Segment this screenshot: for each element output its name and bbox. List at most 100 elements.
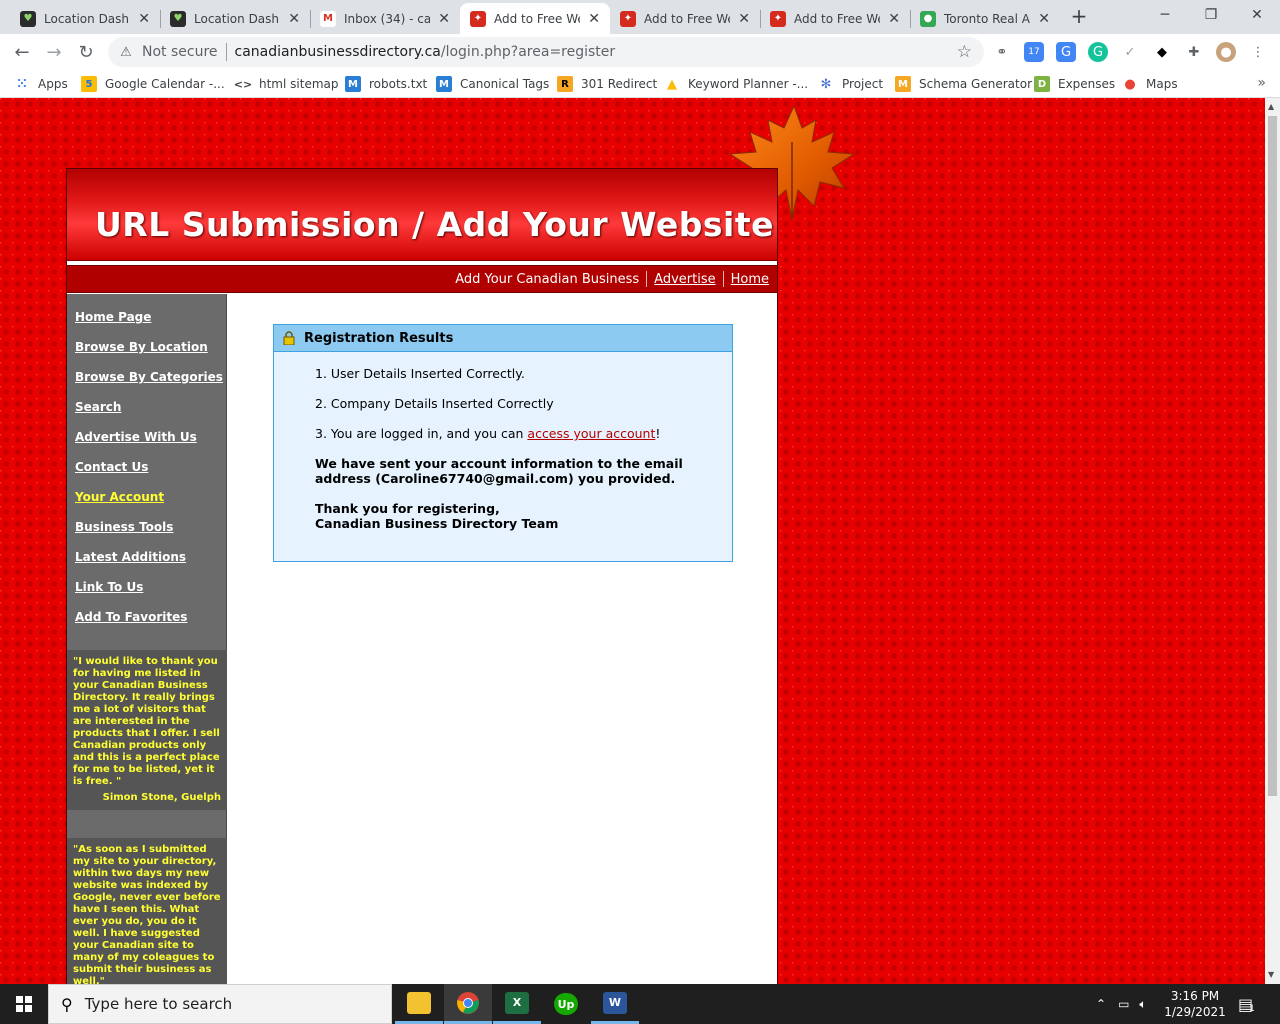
browser-tab[interactable]: ♥ Location Dashbo ✕ bbox=[160, 3, 310, 34]
taskbar-upwork[interactable]: Up bbox=[542, 984, 590, 1024]
sidebar-item-link-to-us[interactable]: Link To Us bbox=[67, 580, 226, 610]
code-icon: <> bbox=[233, 77, 253, 91]
scroll-down-arrow-icon[interactable]: ▼ bbox=[1268, 970, 1274, 979]
topnav-advertise-link[interactable]: Advertise bbox=[654, 272, 715, 287]
close-icon[interactable]: ✕ bbox=[288, 11, 300, 27]
minimize-icon[interactable]: ─ bbox=[1142, 4, 1188, 26]
browser-tab[interactable]: ✦ Add to Free Web ✕ bbox=[760, 3, 910, 34]
bookmarks-bar: ⁙ Apps 5 Google Calendar -... <> html si… bbox=[0, 70, 1280, 98]
bookmark-label: Google Calendar -... bbox=[105, 77, 225, 91]
close-icon[interactable]: ✕ bbox=[888, 11, 900, 27]
close-icon[interactable]: ✕ bbox=[438, 11, 450, 27]
taskbar-search-box[interactable]: ⚲ Type here to search bbox=[48, 984, 392, 1024]
bookmark-apps[interactable]: ⁙ Apps bbox=[14, 75, 68, 93]
browser-tab-strip: ♥ Location Dashbo ✕ ♥ Location Dashbo ✕ … bbox=[0, 0, 1280, 34]
notification-center[interactable]: ▤ 1 bbox=[1238, 984, 1255, 1024]
check-extension-icon[interactable]: ✓ bbox=[1120, 42, 1140, 62]
browser-tab[interactable]: ● Toronto Real Ad ✕ bbox=[910, 3, 1060, 34]
restore-icon[interactable]: ❐ bbox=[1188, 4, 1234, 26]
chrome-icon bbox=[457, 991, 479, 1014]
bookmark-project[interactable]: ✻ Project bbox=[818, 75, 884, 93]
fish-extension-icon[interactable]: ◆ bbox=[1152, 42, 1172, 62]
sidebar-item-contact-us[interactable]: Contact Us bbox=[67, 460, 226, 490]
canada-flag-favicon: ✦ bbox=[770, 10, 786, 27]
bookmark-robots-txt[interactable]: M robots.txt bbox=[345, 75, 427, 93]
bookmark-schema-generator[interactable]: M Schema Generator bbox=[895, 75, 1032, 93]
bookmark-canonical-tags[interactable]: M Canonical Tags bbox=[436, 75, 549, 93]
browser-tab[interactable]: ✦ Add to Free Web ✕ bbox=[610, 3, 760, 34]
upwork-icon: Up bbox=[554, 993, 578, 1015]
close-icon[interactable]: ✕ bbox=[138, 11, 150, 27]
topnav-home-link[interactable]: Home bbox=[731, 272, 769, 287]
tab-title: Location Dashbo bbox=[44, 11, 130, 26]
calendar-icon: 5 bbox=[81, 76, 97, 92]
link-extension-icon[interactable]: ⚭ bbox=[992, 42, 1012, 62]
close-icon[interactable]: ✕ bbox=[738, 11, 750, 27]
m-icon: M bbox=[436, 76, 452, 92]
taskbar-clock[interactable]: 3:16 PM 1/29/2021 bbox=[1164, 988, 1226, 1020]
taskbar-excel[interactable]: X bbox=[493, 984, 541, 1024]
logged-in-text: 3. You are logged in, and you can bbox=[315, 426, 528, 441]
sidebar-item-browse-by-location[interactable]: Browse By Location bbox=[67, 340, 226, 370]
close-icon[interactable]: ✕ bbox=[1038, 11, 1050, 27]
back-arrow-icon[interactable]: ← bbox=[10, 40, 34, 64]
address-bar[interactable]: ⚠ Not secure canadianbusinessdirectory.c… bbox=[108, 37, 984, 67]
bookmark-label: Expenses bbox=[1058, 77, 1116, 91]
access-account-link[interactable]: access your account bbox=[527, 426, 655, 441]
forward-arrow-icon[interactable]: → bbox=[42, 40, 66, 64]
location-dashboard-favicon: ♥ bbox=[170, 10, 186, 27]
extensions-puzzle-icon[interactable]: ✚ bbox=[1184, 42, 1204, 62]
scroll-up-arrow-icon[interactable]: ▲ bbox=[1268, 102, 1274, 111]
new-tab-button[interactable]: + bbox=[1068, 4, 1090, 28]
menu-kebab-icon[interactable]: ⋮ bbox=[1248, 42, 1268, 62]
bookmark-maps[interactable]: ● Maps bbox=[1122, 75, 1178, 93]
sidebar-item-browse-by-categories[interactable]: Browse By Categories bbox=[67, 370, 226, 400]
browser-tab[interactable]: ♥ Location Dashbo ✕ bbox=[10, 3, 160, 34]
sidebar-item-home-page[interactable]: Home Page bbox=[67, 310, 226, 340]
close-icon[interactable]: ✕ bbox=[588, 11, 600, 27]
search-icon: ⚲ bbox=[61, 994, 73, 1014]
result-item-user-details: 1. User Details Inserted Correctly. bbox=[315, 366, 525, 381]
bookmark-label: Maps bbox=[1146, 77, 1178, 91]
tab-title: Add to Free Web bbox=[794, 11, 880, 26]
chevron-up-icon[interactable]: ⌃ bbox=[1096, 997, 1106, 1011]
sidebar-item-latest-additions[interactable]: Latest Additions bbox=[67, 550, 226, 580]
sidebar-item-business-tools[interactable]: Business Tools bbox=[67, 520, 226, 550]
volume-icon[interactable]: 🔈︎ bbox=[1139, 997, 1146, 1012]
gmail-favicon: M bbox=[320, 10, 336, 27]
bookmark-expenses[interactable]: D Expenses bbox=[1034, 75, 1115, 93]
sidebar-item-add-to-favorites[interactable]: Add To Favorites bbox=[67, 610, 226, 640]
sidebar-item-search[interactable]: Search bbox=[67, 400, 226, 430]
bookmark-star-icon[interactable]: ☆ bbox=[957, 42, 972, 62]
result-item-company-details: 2. Company Details Inserted Correctly bbox=[315, 396, 554, 411]
browser-tab-active[interactable]: ✦ Add to Free Web ✕ bbox=[460, 3, 610, 34]
sidebar-item-advertise-with-us[interactable]: Advertise With Us bbox=[67, 430, 226, 460]
bookmark-301-redirect[interactable]: R 301 Redirect bbox=[557, 75, 657, 93]
scrollbar-thumb[interactable] bbox=[1268, 116, 1277, 796]
bookmark-label: Apps bbox=[38, 77, 68, 91]
bookmark-google-calendar[interactable]: 5 Google Calendar -... bbox=[81, 75, 225, 93]
calendar-extension-icon[interactable]: 17 bbox=[1024, 42, 1044, 62]
windows-start-button[interactable] bbox=[0, 984, 48, 1024]
taskbar-chrome[interactable] bbox=[444, 984, 492, 1024]
sidebar-item-your-account[interactable]: Your Account bbox=[67, 490, 226, 520]
browser-tab[interactable]: M Inbox (34) - caro ✕ bbox=[310, 3, 460, 34]
not-secure-label[interactable]: Not secure bbox=[142, 44, 218, 60]
url-path[interactable]: /login.php?area=register bbox=[441, 44, 615, 60]
profile-avatar[interactable]: ● bbox=[1216, 42, 1236, 62]
network-icon[interactable]: ▭ bbox=[1118, 997, 1129, 1011]
bookmarks-overflow-button[interactable]: » bbox=[1257, 75, 1266, 91]
url-host[interactable]: canadianbusinessdirectory.ca bbox=[235, 44, 441, 60]
reload-icon[interactable]: ↻ bbox=[74, 40, 98, 64]
bookmark-label: Schema Generator bbox=[919, 77, 1032, 91]
grammarly-extension-icon[interactable]: G bbox=[1088, 42, 1108, 62]
warning-triangle-icon[interactable]: ⚠ bbox=[118, 44, 134, 60]
window-close-icon[interactable]: ✕ bbox=[1234, 4, 1280, 26]
translate-extension-icon[interactable]: G bbox=[1056, 42, 1076, 62]
bookmark-keyword-planner[interactable]: ▲ Keyword Planner -... bbox=[664, 75, 808, 93]
page-scrollbar[interactable]: ▲ ▼ bbox=[1265, 98, 1280, 984]
taskbar-file-explorer[interactable] bbox=[395, 984, 443, 1024]
taskbar-word[interactable]: W bbox=[591, 984, 639, 1024]
omnibox-divider bbox=[225, 43, 227, 61]
bookmark-html-sitemap[interactable]: <> html sitemap bbox=[233, 75, 339, 93]
